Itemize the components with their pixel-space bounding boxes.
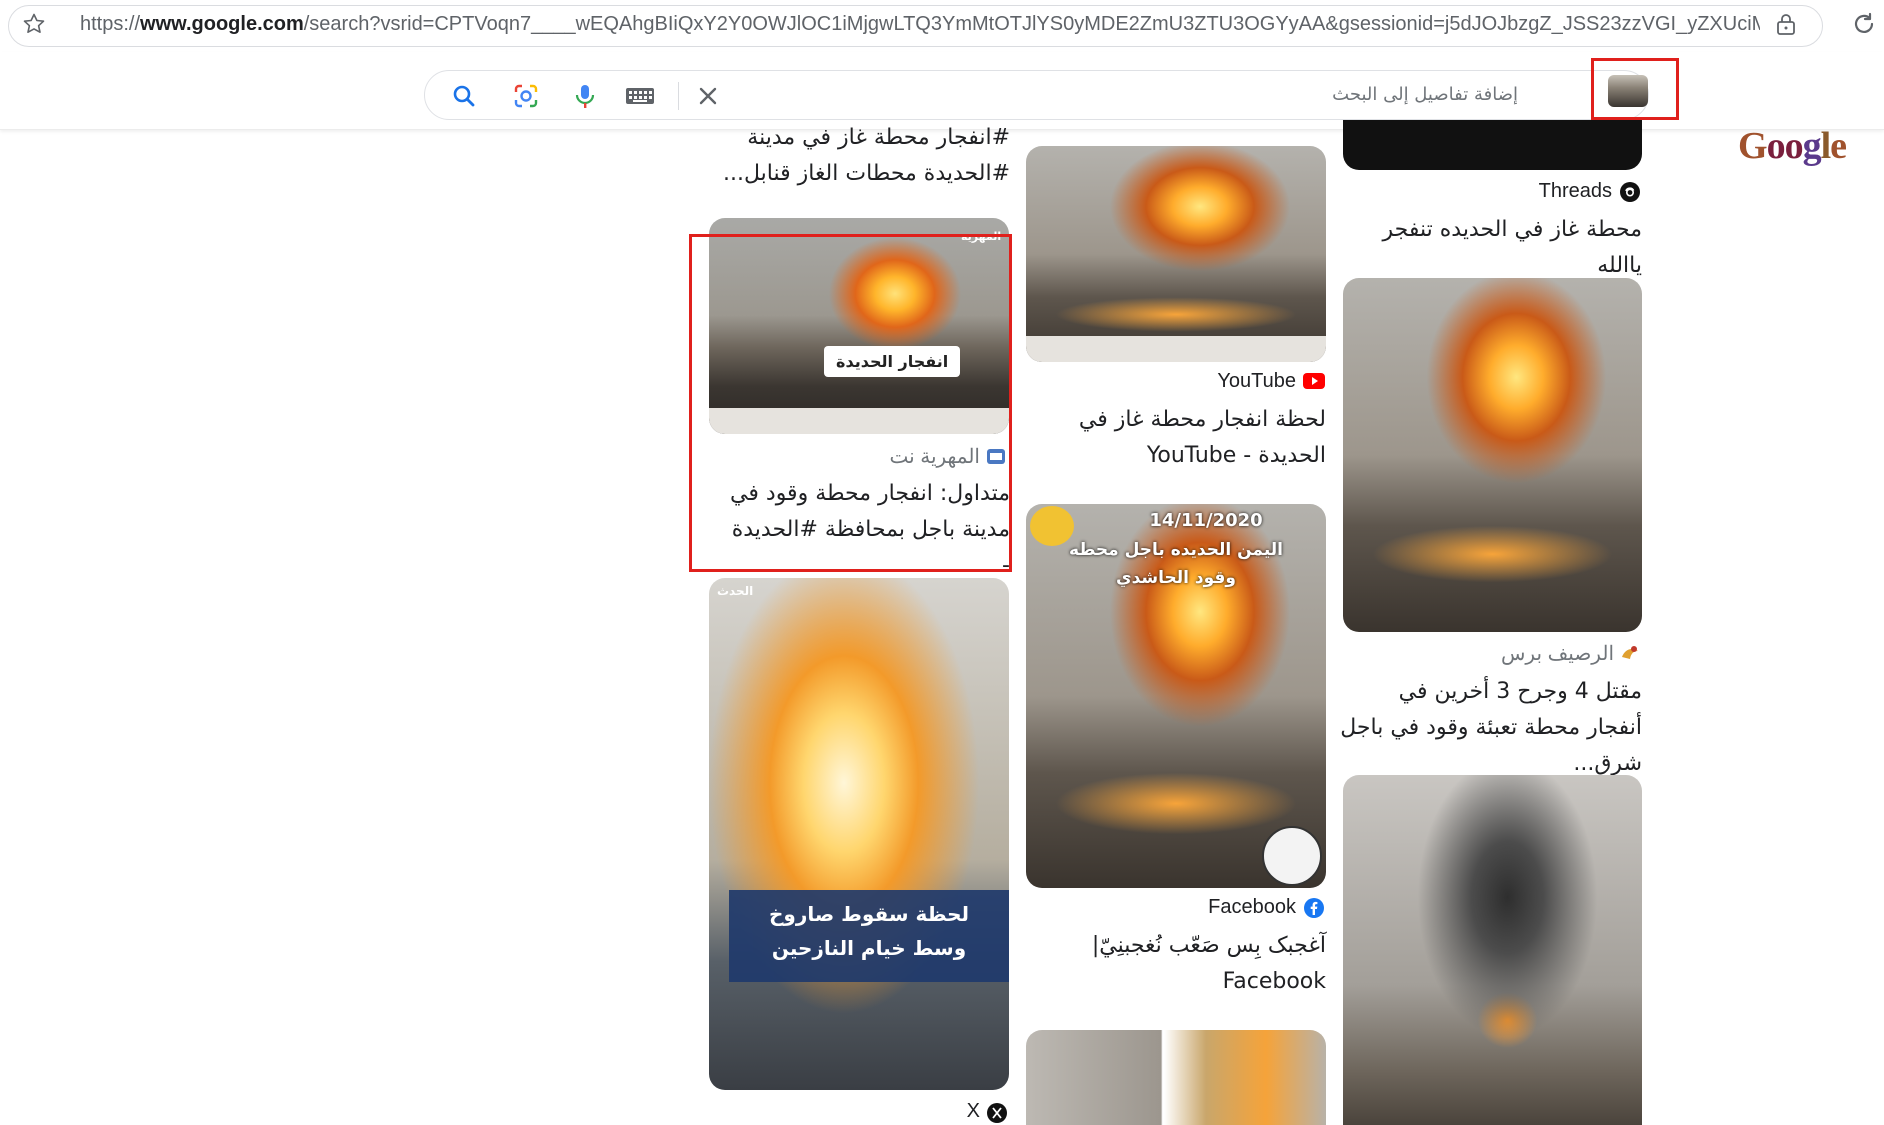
url-text[interactable]: https://www.google.com/search?vsrid=CPTV… [80,12,1760,36]
result-source[interactable]: Threads [1470,180,1612,203]
bookmark-star-icon[interactable] [22,12,46,36]
result-image[interactable] [1026,1030,1326,1125]
result-title[interactable]: آغجبک بِس صَعّب نُغجبنِيّ| Facebook [1020,928,1326,1000]
youtube-icon [1303,373,1325,389]
result-image[interactable]: 14/11/2020 اليمن الحديده باجل محطه وقود … [1026,504,1326,888]
image-watermark: الحدث [717,584,754,598]
threads-icon [1620,182,1640,202]
result-title[interactable]: #انفجار محطة غاز في مدينة #الحديدة محطات… [700,120,1010,192]
image-caption-line: اليمن الحديده باجل محطه [1069,540,1283,560]
emoji-sticker [1030,506,1074,546]
result-source[interactable]: Facebook [1160,896,1296,919]
thumbnail-highlight-box [1591,58,1679,120]
image-date-label: 14/11/2020 [1149,510,1263,531]
url-domain: www.google.com [140,13,304,35]
result-source[interactable]: الرصيف برس [1460,641,1614,666]
result-image[interactable] [1343,278,1642,632]
result-source[interactable]: X [940,1100,980,1123]
facebook-icon [1304,898,1324,918]
google-logo[interactable]: Google [1738,124,1847,168]
result-highlight-box [689,234,1012,572]
site-favicon-icon [1622,646,1638,659]
microphone-icon[interactable] [572,83,598,109]
clear-search-icon[interactable] [695,83,721,109]
result-image[interactable] [1343,775,1642,1125]
search-icon[interactable] [451,83,477,109]
lens-icon[interactable] [513,83,539,109]
search-divider [678,82,679,110]
result-title[interactable]: لحظة انفجار محطة غاز في الحديدة - YouTub… [1020,402,1326,474]
image-caption-line: لحظة سقوط صاروخ [768,902,970,926]
result-title[interactable]: محطة غاز في الحديده تنفجر ياالله [1340,212,1642,284]
lock-icon[interactable] [1775,12,1797,36]
search-input[interactable]: إضافة تفاصيل إلى البحث [1332,84,1518,105]
keyboard-icon[interactable] [625,83,655,109]
url-scheme: https:// [80,13,141,35]
result-source[interactable]: YouTube [1160,370,1296,393]
meme-face-sticker [1262,826,1322,886]
image-band [1026,336,1326,362]
x-logo-icon [987,1103,1007,1123]
result-title[interactable]: مقتل 4 وجرح 3 أخرين في أنفجار محطة تعبئة… [1340,674,1642,782]
result-image[interactable] [1026,146,1326,362]
result-image[interactable]: لحظة سقوط صاروخ وسط خيام النازحين الحدث [709,578,1009,1090]
image-caption-line: وقود الحاشدي [1116,568,1236,588]
browser-address-bar: https://www.google.com/search?vsrid=CPTV… [0,0,1884,52]
result-image[interactable] [1343,120,1642,170]
image-caption-line: وسط خيام النازحين [771,936,967,960]
search-bar[interactable]: إضافة تفاصيل إلى البحث [424,70,1649,120]
url-path: /search?vsrid=CPTVoqn7____wEQAhgBIiQxY2Y… [303,13,1760,35]
reload-icon[interactable] [1850,10,1878,38]
